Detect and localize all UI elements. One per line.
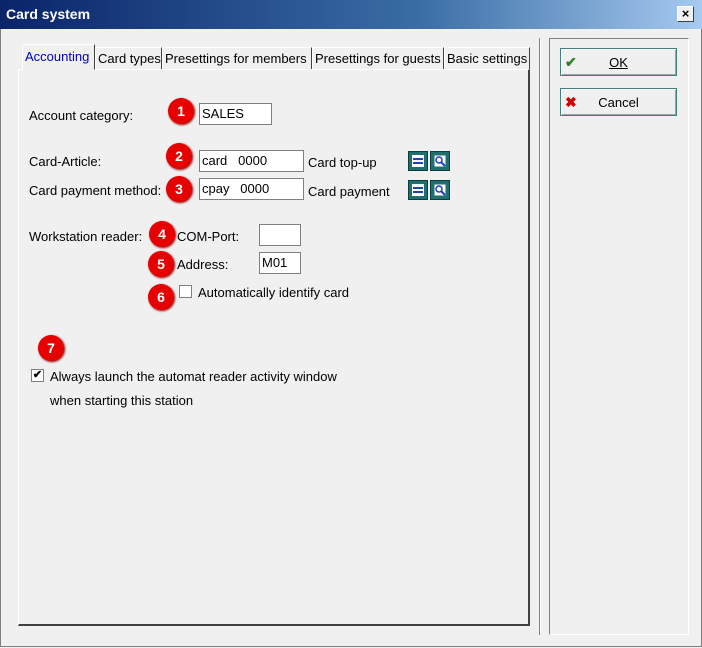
card-payment-method-input[interactable]: cpay 0000: [199, 178, 304, 200]
table-icon: [412, 155, 424, 167]
card-topup-search-button[interactable]: [430, 151, 450, 171]
close-icon: ×: [681, 6, 690, 21]
callout-badge-1: 1: [168, 98, 194, 124]
tab-basic-settings[interactable]: Basic settings: [444, 47, 530, 70]
tab-presettings-members[interactable]: Presettings for members: [162, 47, 312, 70]
cancel-button[interactable]: ✖ Cancel: [560, 88, 677, 116]
card-topup-select-button[interactable]: [408, 151, 428, 171]
card-payment-search-button[interactable]: [430, 180, 450, 200]
callout-badge-7: 7: [38, 335, 64, 361]
account-category-label: Account category:: [29, 108, 134, 123]
card-article-label: Card-Article:: [29, 154, 102, 169]
tab-card-types[interactable]: Card types: [95, 47, 162, 70]
cancel-button-label: Cancel: [598, 95, 639, 110]
tab-accounting[interactable]: Accounting: [22, 44, 95, 70]
card-topup-label: Card top-up: [308, 155, 377, 170]
auto-identify-label: Automatically identify card: [198, 285, 350, 300]
vertical-separator: [539, 38, 541, 635]
window-title: Card system: [6, 6, 91, 22]
magnifier-icon: [434, 184, 446, 196]
launch-window-label-line2: when starting this station: [50, 393, 194, 408]
com-port-input[interactable]: [259, 224, 301, 246]
callout-badge-4: 4: [149, 221, 175, 247]
callout-badge-5: 5: [148, 251, 174, 277]
ok-button-label: OK: [561, 55, 676, 70]
callout-badge-6: 6: [148, 284, 174, 310]
button-panel: [549, 38, 689, 635]
launch-window-checkbox[interactable]: ✔: [31, 369, 44, 382]
account-category-input[interactable]: SALES: [199, 103, 272, 125]
address-label: Address:: [177, 257, 229, 272]
tab-label: Basic settings: [447, 51, 528, 66]
tab-label: Presettings for members: [165, 51, 307, 66]
close-button[interactable]: ×: [677, 6, 694, 22]
tab-label: Card types: [98, 51, 161, 66]
card-payment-label: Card payment: [308, 184, 390, 199]
card-payment-select-button[interactable]: [408, 180, 428, 200]
workstation-reader-label: Workstation reader:: [29, 229, 143, 244]
table-icon: [412, 184, 424, 196]
magnifier-icon: [434, 155, 446, 167]
ok-label-text: OK: [609, 55, 628, 70]
address-input[interactable]: M01: [259, 252, 301, 274]
card-article-input[interactable]: card 0000: [199, 150, 304, 172]
tab-presettings-guests[interactable]: Presettings for guests: [312, 47, 444, 70]
check-icon: ✔: [32, 369, 43, 381]
tab-label: Presettings for guests: [315, 51, 441, 66]
tab-label: Accounting: [25, 49, 90, 64]
ok-button[interactable]: ✔ OK: [560, 48, 677, 76]
com-port-label: COM-Port:: [177, 229, 240, 244]
callout-badge-2: 2: [166, 143, 192, 169]
auto-identify-checkbox[interactable]: [179, 285, 192, 298]
card-payment-method-label: Card payment method:: [29, 183, 162, 198]
callout-badge-3: 3: [166, 176, 192, 202]
title-bar: Card system ×: [0, 0, 702, 29]
launch-window-label-line1: Always launch the automat reader activit…: [50, 369, 337, 384]
